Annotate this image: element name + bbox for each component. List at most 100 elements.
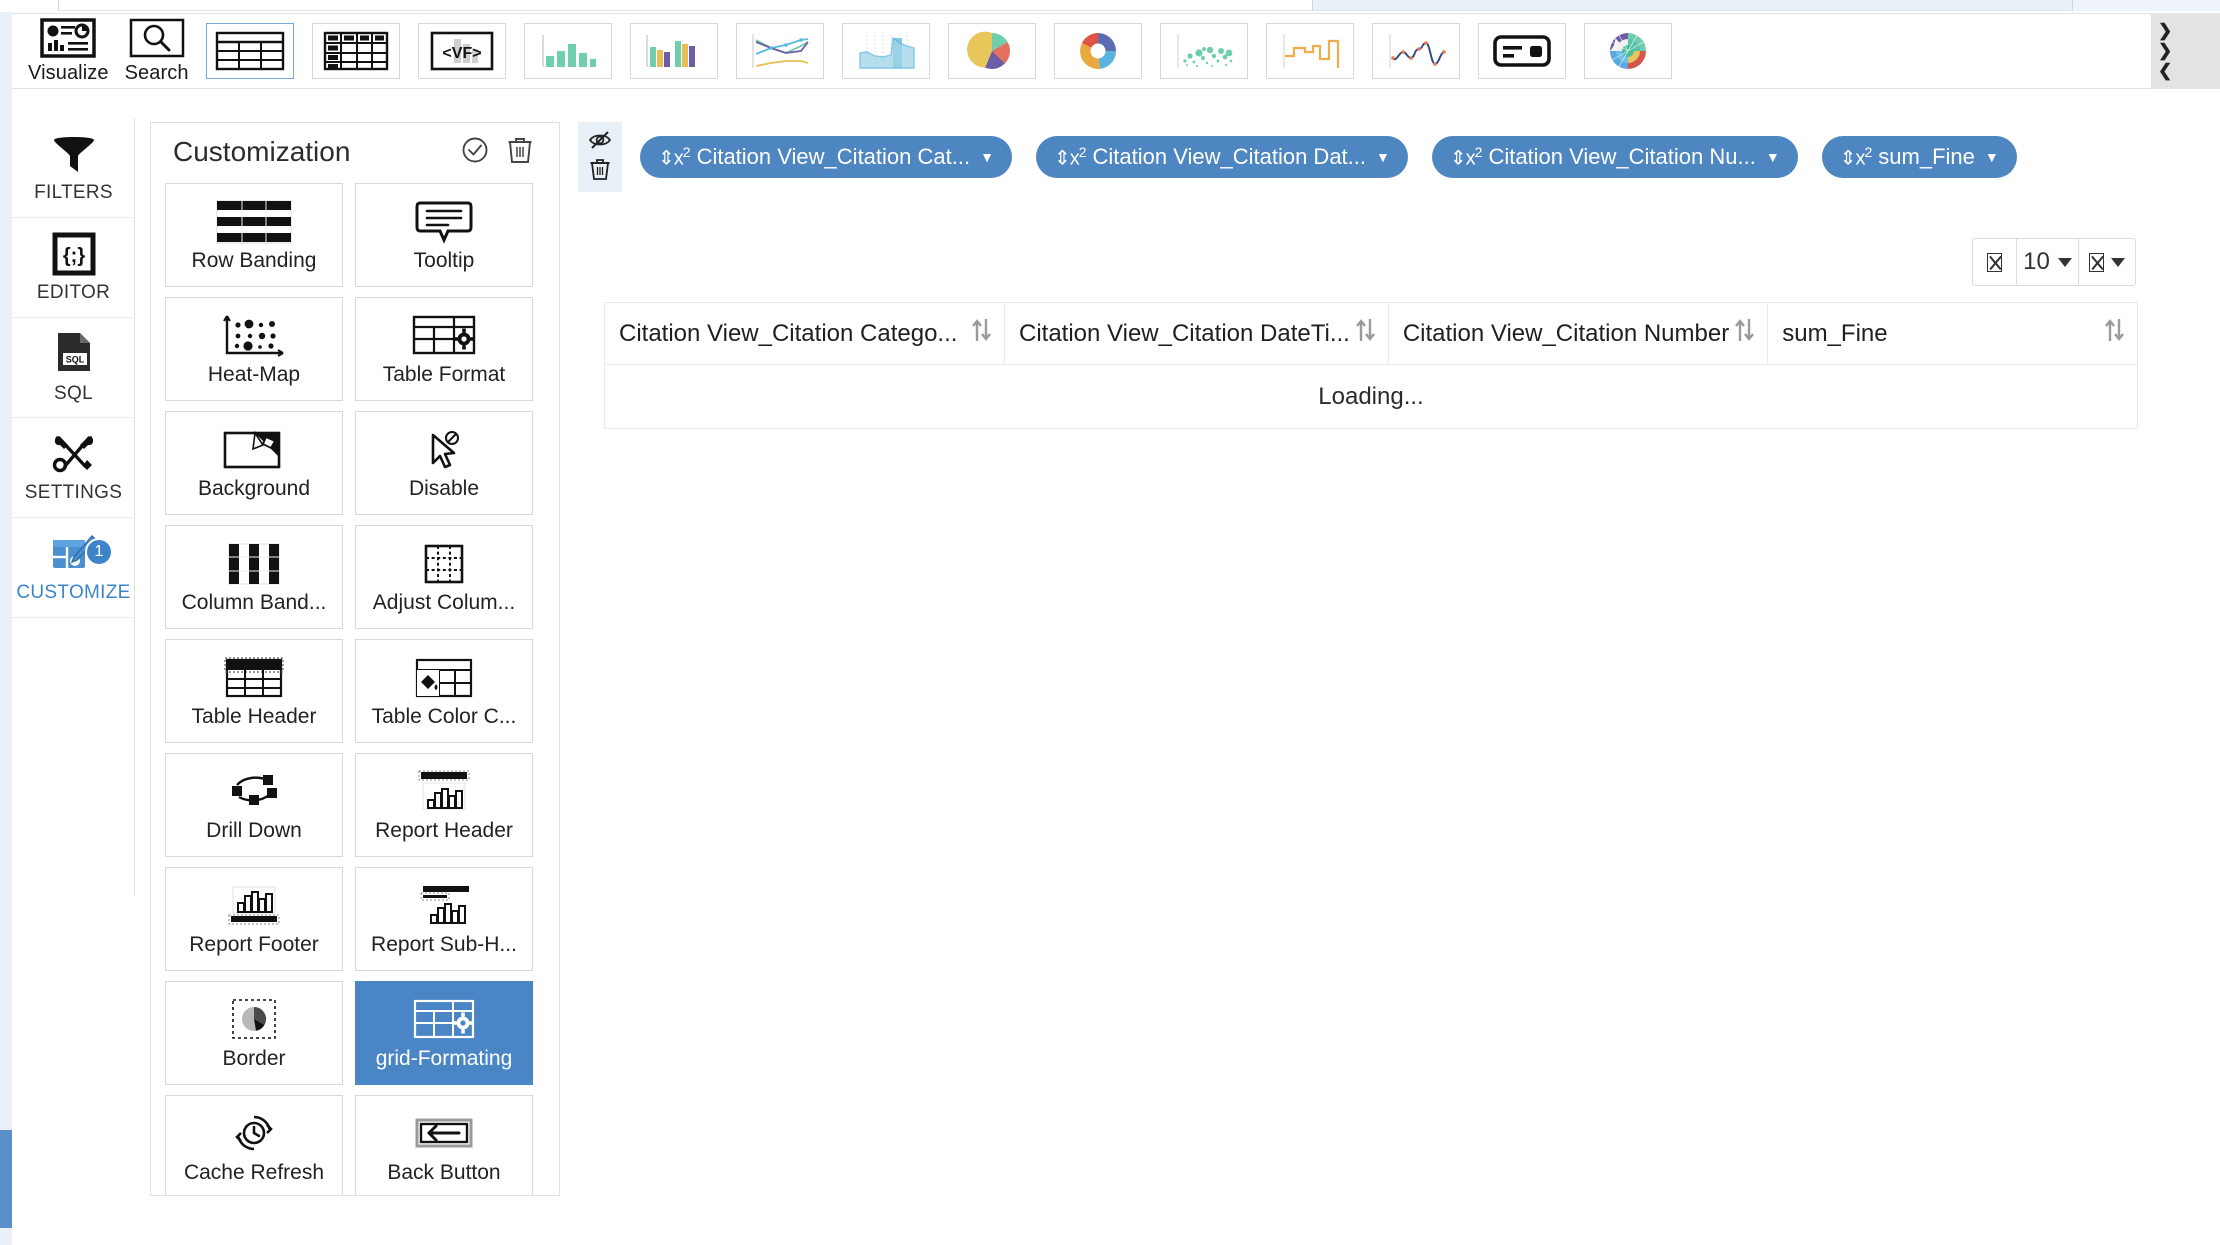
- sidebar-item-sql[interactable]: SQL SQL: [12, 318, 135, 418]
- chart-type-step-line[interactable]: [1265, 23, 1354, 79]
- customize-card-label: Cache Refresh: [183, 1161, 325, 1184]
- chevron-right-icon-1[interactable]: ❯: [2158, 21, 2172, 41]
- customize-card-cache-refresh[interactable]: Cache Refresh: [165, 1095, 343, 1195]
- check-circle-icon[interactable]: [461, 136, 489, 169]
- bubble-chart-icon: [1176, 34, 1232, 68]
- customization-title: Customization: [173, 136, 351, 167]
- customize-card-report-header[interactable]: Report Header: [355, 753, 533, 857]
- sort-updown-icon[interactable]: [1733, 317, 1755, 350]
- chart-type-bubble[interactable]: [1159, 23, 1248, 79]
- customize-card-label: Column Band...: [181, 591, 327, 614]
- customization-panel: Customization Row Banding Tooltip Heat-M…: [150, 122, 560, 1196]
- column-banding-icon: [219, 539, 289, 589]
- chevron-down-icon[interactable]: ▼: [1766, 149, 1780, 165]
- page-size-selector[interactable]: 10: [2017, 239, 2079, 285]
- search-button[interactable]: Search: [117, 15, 197, 87]
- chart-type-toolbar: Visualize Search <VF>: [12, 13, 2152, 89]
- chart-type-bar[interactable]: [523, 23, 612, 79]
- background-icon: [219, 425, 289, 475]
- chart-type-pivot-table[interactable]: [311, 23, 400, 79]
- chevron-down-icon[interactable]: ▼: [980, 149, 994, 165]
- table-icon: [215, 31, 284, 71]
- visualize-button[interactable]: Visualize: [20, 15, 117, 87]
- field-pill-citation-category[interactable]: ⇕x2 Citation View_Citation Cat... ▼: [640, 136, 1012, 178]
- sidebar-item-customize[interactable]: 1 CUSTOMIZE: [12, 518, 135, 618]
- pagination-more-menu[interactable]: [2079, 239, 2135, 285]
- field-pill-citation-datetime[interactable]: ⇕x2 Citation View_Citation Dat... ▼: [1035, 136, 1408, 178]
- customize-card-column-banding[interactable]: Column Band...: [165, 525, 343, 629]
- line-chart-icon: [751, 34, 809, 68]
- customization-scroll-area[interactable]: Row Banding Tooltip Heat-Map Table Forma…: [151, 181, 559, 1195]
- chart-type-grouped-bar[interactable]: [629, 23, 718, 79]
- customize-card-label: Tooltip: [413, 249, 475, 272]
- pagination-first-button[interactable]: [1973, 239, 2017, 285]
- chevron-down-icon[interactable]: ▼: [1376, 149, 1390, 165]
- spline-chart-icon: [1388, 34, 1446, 68]
- page-scrollbar-thumb[interactable]: [0, 1130, 12, 1228]
- column-header-citation-number[interactable]: Citation View_Citation Number: [1387, 302, 1769, 365]
- grid-loading-message: Loading...: [604, 364, 2138, 429]
- eye-slash-icon[interactable]: [588, 129, 612, 156]
- sidebar-label-sql: SQL: [54, 382, 93, 404]
- customization-header: Customization: [151, 123, 559, 181]
- sort-updown-icon[interactable]: [2103, 317, 2125, 350]
- page-size-value: 10: [2023, 248, 2050, 275]
- trash-icon[interactable]: [507, 136, 533, 169]
- toolbar-scroll-controls[interactable]: ❯ ❯ ❮: [2152, 13, 2220, 89]
- customize-card-heat-map[interactable]: Heat-Map: [165, 297, 343, 401]
- chart-type-sunburst[interactable]: [1583, 23, 1672, 79]
- customize-card-label: Table Format: [382, 363, 506, 386]
- sidebar-item-filters[interactable]: FILTERS: [12, 118, 135, 218]
- shelf-side-actions: [578, 122, 622, 192]
- customize-card-report-subheader[interactable]: Report Sub-H...: [355, 867, 533, 971]
- chart-type-donut[interactable]: [1053, 23, 1142, 79]
- column-header-citation-datetime[interactable]: Citation View_Citation DateTi...: [1004, 302, 1389, 365]
- row-banding-icon: [215, 197, 293, 247]
- browser-tab-strip: [0, 0, 2220, 12]
- adjust-columns-icon: [416, 539, 472, 589]
- chart-type-pie[interactable]: [947, 23, 1036, 79]
- field-pill-citation-number[interactable]: ⇕x2 Citation View_Citation Nu... ▼: [1431, 136, 1798, 178]
- field-pill-row: ⇕x2 Citation View_Citation Cat... ▼ ⇕x2 …: [640, 136, 2017, 178]
- customize-card-drill-down[interactable]: Drill Down: [165, 753, 343, 857]
- column-header-citation-category[interactable]: Citation View_Citation Catego...: [604, 302, 1005, 365]
- customize-card-report-footer[interactable]: Report Footer: [165, 867, 343, 971]
- chart-type-area[interactable]: [841, 23, 930, 79]
- chevron-left-icon[interactable]: ❮: [2158, 61, 2172, 81]
- table-format-icon: [409, 311, 479, 361]
- customize-card-grid-formatting[interactable]: grid-Formating: [355, 981, 533, 1085]
- data-grid-container: 10 Citation View_Citation Catego... Cita…: [578, 192, 2164, 1245]
- customize-card-table-color-code[interactable]: Table Color C...: [355, 639, 533, 743]
- chevron-right-icon-2[interactable]: ❯: [2158, 41, 2172, 61]
- customize-card-adjust-columns[interactable]: Adjust Colum...: [355, 525, 533, 629]
- sidebar-item-settings[interactable]: SETTINGS: [12, 418, 135, 518]
- customize-card-background[interactable]: Background: [165, 411, 343, 515]
- sidebar-label-editor: EDITOR: [36, 281, 111, 303]
- trash-icon[interactable]: [589, 157, 611, 186]
- customize-card-row-banding[interactable]: Row Banding: [165, 183, 343, 287]
- main-content: ⇕x2 Citation View_Citation Cat... ▼ ⇕x2 …: [578, 122, 2164, 1245]
- missing-glyph-box-icon: [2089, 252, 2104, 272]
- chart-type-line[interactable]: [735, 23, 824, 79]
- field-pill-sum-fine[interactable]: ⇕x2 sum_Fine ▼: [1821, 136, 2017, 178]
- customize-card-label: Report Header: [375, 819, 513, 842]
- sort-updown-icon[interactable]: [970, 317, 992, 350]
- customize-card-table-format[interactable]: Table Format: [355, 297, 533, 401]
- customize-card-disable[interactable]: Disable: [355, 411, 533, 515]
- column-header-label: Citation View_Citation DateTi...: [1019, 319, 1350, 347]
- chart-type-kpi-card[interactable]: [1477, 23, 1566, 79]
- customize-card-border[interactable]: Border: [165, 981, 343, 1085]
- chevron-down-icon[interactable]: ▼: [1985, 149, 1999, 165]
- customize-card-back-button[interactable]: Back Button: [355, 1095, 533, 1195]
- chart-type-visualforce[interactable]: <VF>: [417, 23, 506, 79]
- sidebar-item-editor[interactable]: {;} EDITOR: [12, 218, 135, 318]
- column-header-sum-fine[interactable]: sum_Fine: [1767, 302, 2138, 365]
- tools-icon: [52, 435, 93, 472]
- customize-card-table-header[interactable]: Table Header: [165, 639, 343, 743]
- chart-type-spline[interactable]: [1371, 23, 1460, 79]
- border-pie-icon: [219, 995, 289, 1045]
- sort-updown-icon[interactable]: [1354, 317, 1376, 350]
- customize-card-tooltip[interactable]: Tooltip: [355, 183, 533, 287]
- chart-type-table[interactable]: [205, 23, 294, 79]
- page-scrollbar-track[interactable]: [0, 12, 12, 1245]
